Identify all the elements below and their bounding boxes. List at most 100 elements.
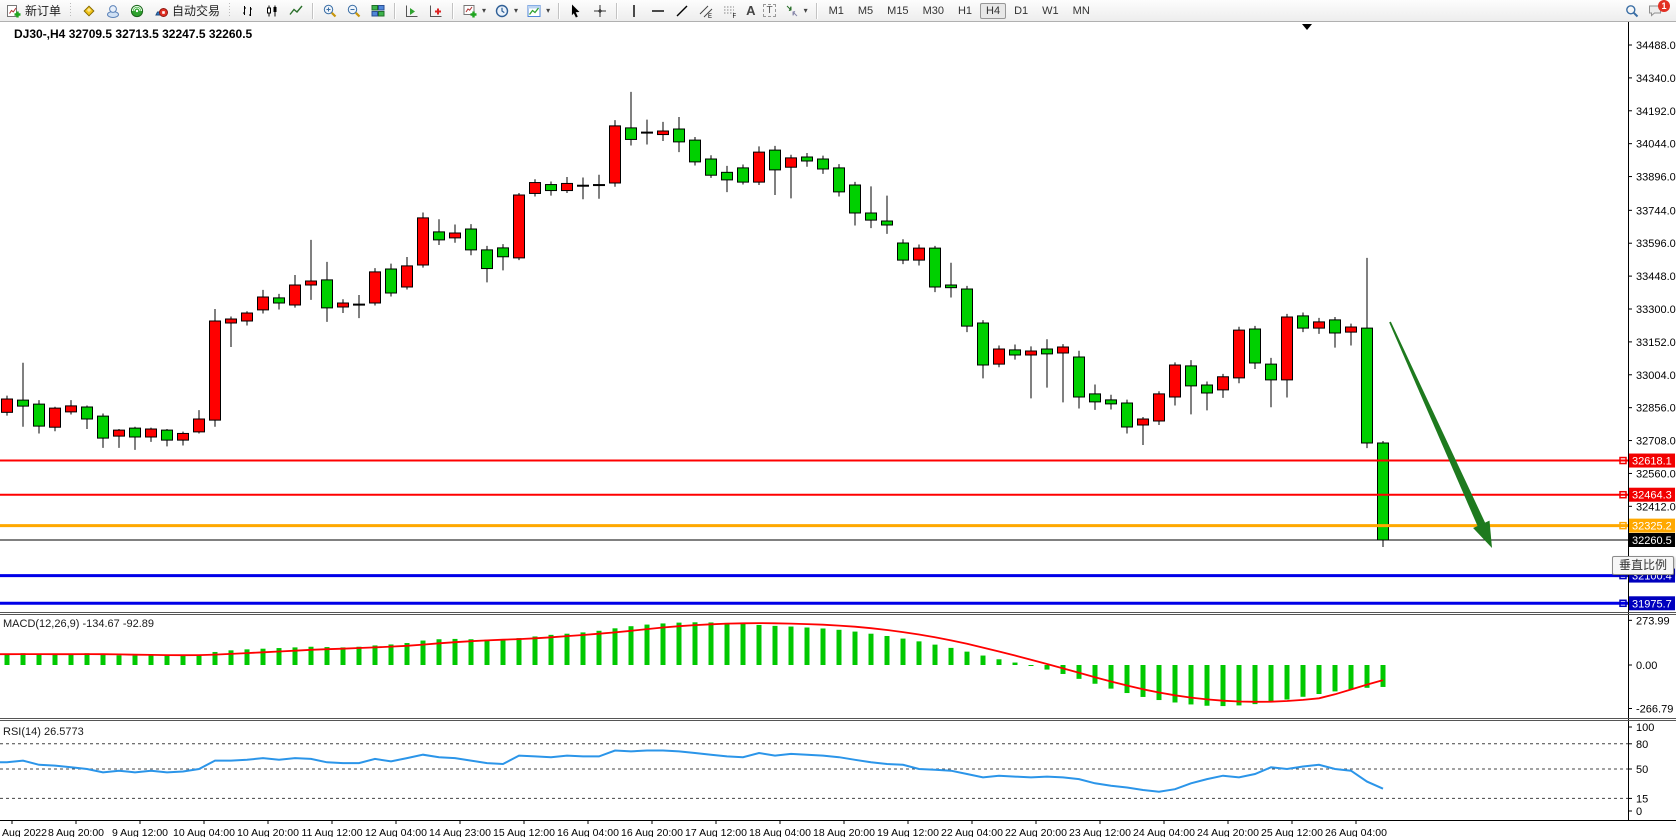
macd-histogram-bar [1173,665,1178,702]
price-tick-label: 33596.0 [1636,238,1676,250]
price-line-badge-text: 31975.7 [1632,598,1672,610]
candle-up [226,319,237,323]
auto-scroll-button[interactable] [401,1,423,20]
zoom-in-button[interactable] [319,1,341,20]
tf-m30[interactable]: M30 [917,3,950,19]
time-tick-label: 24 Aug 04:00 [1133,827,1195,837]
macd-histogram-bar [5,654,10,665]
bar-chart-mode-button[interactable] [237,1,259,20]
search-button[interactable] [1621,1,1643,20]
time-tick-label: 22 Aug 04:00 [941,827,1003,837]
fibonacci-tool-button[interactable]: F [719,1,741,20]
candle-down [498,248,509,257]
tf-mn[interactable]: MN [1067,3,1096,19]
macd-histogram-bar [1253,665,1258,704]
chart-shift-button[interactable] [425,1,447,20]
new-chart-button[interactable]: ▾ [459,1,489,20]
tf-d1[interactable]: D1 [1008,3,1034,19]
candle-down [386,269,397,293]
macd-histogram-bar [245,649,250,665]
channel-tool-button[interactable]: E [695,1,717,20]
candle-down [930,248,941,287]
tf-h1[interactable]: H1 [952,3,978,19]
tf-m1[interactable]: M1 [823,3,850,19]
price-tick-label: 33448.0 [1636,271,1676,283]
vertical-scale-tooltip: 垂直比例 [1612,556,1674,575]
line-chart-mode-button[interactable] [285,1,307,20]
macd-histogram-bar [581,632,586,665]
macd-histogram-bar [1381,665,1386,687]
data-window-button[interactable] [102,1,124,20]
candle-up [258,297,269,310]
zoom-out-button[interactable] [343,1,365,20]
candle-up [178,433,189,440]
macd-histogram-bar [885,636,890,665]
indicators-button[interactable]: ▾ [523,1,553,20]
new-order-icon [6,3,22,19]
candle-up [1026,351,1037,355]
candle-up [354,304,365,305]
macd-scale-label: -266.79 [1636,703,1673,715]
candle-up [642,132,653,133]
tf-w1[interactable]: W1 [1036,3,1065,19]
horizontal-line-tool-button[interactable] [647,1,669,20]
notification-badge: 1 [1658,0,1670,12]
candle-up [290,285,301,305]
navigator-button[interactable] [126,1,148,20]
macd-histogram-bar [1157,665,1162,700]
market-watch-button[interactable] [78,1,100,20]
candle-up [1154,394,1165,421]
text-tool-icon: A [746,3,755,18]
candle-down [818,159,829,169]
time-tick-label: 14 Aug 23:00 [429,827,491,837]
chart-area[interactable]: 32618.132464.332325.232100.431975.732260… [0,22,1676,837]
auto-trading-button[interactable]: 自动交易 [150,1,223,20]
macd-histogram-bar [261,649,266,665]
tile-windows-button[interactable] [367,1,389,20]
macd-histogram-bar [101,654,106,665]
new-order-button[interactable]: 新订单 [3,1,64,20]
macd-histogram-bar [53,654,58,665]
trendline-tool-button[interactable] [671,1,693,20]
market-watch-icon [81,3,97,19]
time-tick-label: 25 Aug 12:00 [1261,827,1323,837]
chart-shift-icon [428,3,444,19]
macd-histogram-bar [629,626,634,665]
chart-canvas[interactable]: 32618.132464.332325.232100.431975.732260… [0,22,1676,837]
price-tick-label: 34044.0 [1636,139,1676,151]
tf-h4[interactable]: H4 [980,3,1006,19]
macd-histogram-bar [661,623,666,665]
text-tool-button[interactable]: A [743,1,758,20]
candle-down [898,243,909,260]
candle-down [866,213,877,220]
macd-histogram-bar [709,622,714,665]
tf-m5[interactable]: M5 [852,3,879,19]
svg-text:F: F [733,14,737,19]
toolbar-separator [394,3,396,19]
crosshair-tool-button[interactable] [589,1,611,20]
period-button[interactable]: ▾ [491,1,521,20]
candle-down [962,289,973,326]
tile-windows-icon [370,3,386,19]
macd-histogram-bar [149,655,154,665]
chevron-down-icon: ▾ [546,6,550,15]
navigator-icon [129,3,145,19]
toolbar-separator [452,3,454,19]
candle-down [1090,394,1101,402]
vertical-line-tool-button[interactable] [623,1,645,20]
tf-m15[interactable]: M15 [881,3,914,19]
rsi-indicator-label: RSI(14) 26.5773 [3,726,84,738]
macd-histogram-bar [341,647,346,665]
candle-down [130,428,141,437]
price-tick-label: 32856.0 [1636,403,1676,415]
time-tick-label: Aug 2022 [2,827,47,837]
text-label-tool-button[interactable]: T [760,1,778,20]
candle-down [466,229,477,250]
notifications-button[interactable]: 1 [1647,2,1667,20]
macd-histogram-bar [197,655,202,665]
cursor-tool-button[interactable] [565,1,587,20]
arrows-tool-button[interactable]: ▾ [781,1,811,20]
candlestick-mode-button[interactable] [261,1,283,20]
data-window-icon [105,3,121,19]
chart-title: DJ30-,H4 32709.5 32713.5 32247.5 32260.5 [14,27,252,41]
